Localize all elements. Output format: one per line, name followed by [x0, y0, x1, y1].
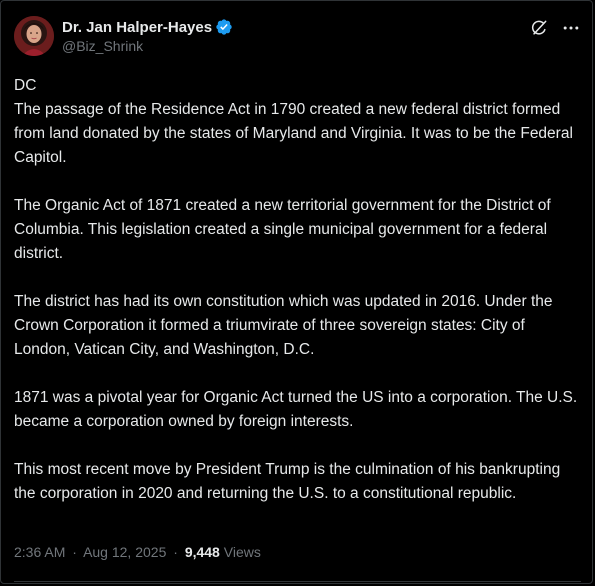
header-actions — [529, 18, 581, 38]
post-title-line: DC — [14, 77, 37, 94]
post-time[interactable]: 2:36 AM — [14, 544, 65, 560]
post-paragraph: This most recent move by President Trump… — [14, 461, 561, 502]
grok-icon[interactable] — [529, 18, 549, 38]
post-paragraph: The Organic Act of 1871 created a new te… — [14, 197, 551, 262]
post-header: Dr. Jan Halper-Hayes @Biz_Shrink — [14, 16, 581, 60]
post-meta: 2:36 AM · Aug 12, 2025 · 9,448 Views — [14, 544, 261, 560]
views-label: Views — [223, 544, 261, 560]
avatar[interactable] — [14, 16, 54, 56]
author-handle[interactable]: @Biz_Shrink — [62, 38, 233, 54]
post-paragraph: 1871 was a pivotal year for Organic Act … — [14, 389, 578, 430]
post-date[interactable]: Aug 12, 2025 — [83, 544, 166, 560]
post-paragraph: The district has had its own constitutio… — [14, 293, 553, 358]
more-options-icon[interactable] — [561, 18, 581, 38]
divider — [14, 581, 581, 582]
avatar-image — [14, 16, 54, 56]
meta-separator: · — [173, 544, 178, 560]
author-info: Dr. Jan Halper-Hayes @Biz_Shrink — [62, 17, 233, 54]
author-display-name[interactable]: Dr. Jan Halper-Hayes — [62, 19, 212, 36]
post-text: DC The passage of the Residence Act in 1… — [14, 74, 584, 530]
views-count[interactable]: 9,448 — [185, 544, 220, 560]
verified-badge-icon[interactable] — [215, 18, 233, 36]
meta-separator: · — [72, 544, 77, 560]
post-paragraph: The passage of the Residence Act in 1790… — [14, 101, 573, 166]
